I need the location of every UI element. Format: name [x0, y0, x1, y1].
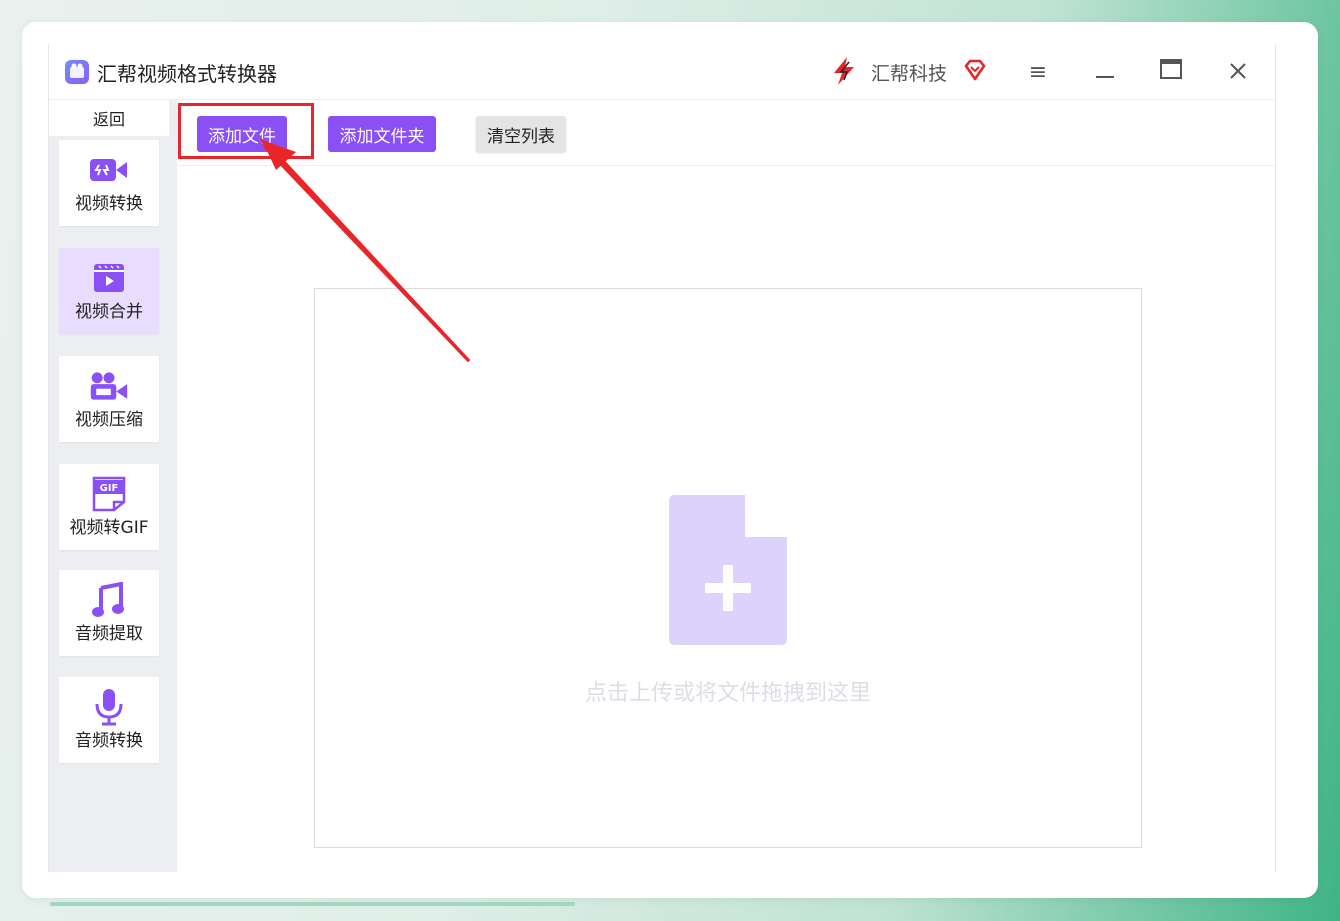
sidebar-item-video-compress[interactable]: 视频压缩: [59, 356, 159, 442]
file-dropzone[interactable]: 点击上传或将文件拖拽到这里: [314, 288, 1142, 848]
close-button[interactable]: [1218, 54, 1258, 90]
maximize-icon: [1160, 59, 1182, 85]
sidebar-item-label: 音频提取: [75, 623, 143, 644]
title-bar: 汇帮视频格式转换器 汇帮科技 ≡: [49, 44, 1275, 100]
add-file-icon: [667, 491, 791, 647]
minimize-icon: [1096, 60, 1114, 85]
back-button[interactable]: 返回: [49, 100, 169, 136]
sidebar-item-label: 视频压缩: [75, 409, 143, 430]
video-merge-icon: [89, 261, 129, 295]
menu-icon: ≡: [1028, 59, 1048, 85]
sidebar-item-label: 音频转换: [75, 730, 143, 751]
sidebar-item-video-convert[interactable]: 视频转换: [59, 140, 159, 226]
video-compress-icon: [89, 369, 129, 403]
video-convert-icon: [89, 153, 129, 187]
sidebar-item-audio-convert[interactable]: 音频转换: [59, 677, 159, 763]
gif-icon: GIF: [89, 476, 129, 511]
app-logo-icon: [65, 60, 89, 84]
clear-list-button[interactable]: 清空列表: [476, 116, 566, 152]
add-folder-button[interactable]: 添加文件夹: [328, 116, 436, 152]
brand-name: 汇帮科技: [871, 63, 948, 85]
sidebar-item-video-to-gif[interactable]: GIF 视频转GIF: [59, 464, 159, 550]
toolbar: 添加文件 添加文件夹 清空列表: [178, 100, 1275, 166]
close-icon: [1230, 60, 1246, 85]
scroll-indicator: [50, 902, 575, 906]
dropzone-hint: 点击上传或将文件拖拽到这里: [584, 681, 871, 706]
menu-button[interactable]: ≡: [1018, 54, 1058, 90]
app-window: 汇帮视频格式转换器 汇帮科技 ≡ 返回 视频转换 视频合并 视频压缩 GIF 视…: [48, 44, 1276, 872]
minimize-button[interactable]: [1085, 54, 1125, 90]
music-note-icon: [89, 581, 129, 617]
vip-diamond-icon[interactable]: [963, 58, 987, 82]
sidebar-item-label: 视频转换: [75, 193, 143, 214]
highlight-box: [178, 103, 314, 159]
svg-text:GIF: GIF: [100, 483, 119, 494]
sidebar-item-video-merge[interactable]: 视频合并: [59, 248, 159, 334]
sidebar-item-audio-extract[interactable]: 音频提取: [59, 570, 159, 656]
sidebar: 返回 视频转换 视频合并 视频压缩 GIF 视频转GIF 音频提取 音频转换: [49, 100, 177, 872]
sidebar-item-label: 视频转GIF: [69, 517, 149, 538]
app-title: 汇帮视频格式转换器: [97, 62, 277, 86]
sidebar-item-label: 视频合并: [75, 301, 143, 322]
microphone-icon: [89, 688, 129, 725]
brand-logo-icon: [829, 56, 859, 86]
maximize-button[interactable]: [1151, 54, 1191, 90]
